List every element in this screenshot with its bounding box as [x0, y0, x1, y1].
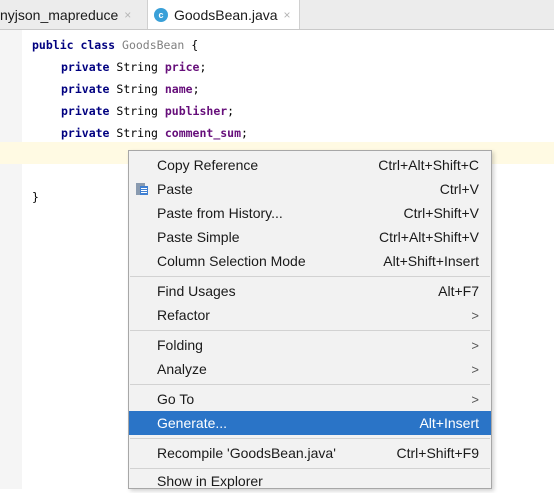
menu-separator	[130, 384, 490, 385]
keyword: private	[61, 126, 117, 140]
menu-item-show-in-explorer[interactable]: Show in Explorer	[129, 469, 491, 493]
code-line-field: private String comment_sum;	[61, 122, 248, 144]
menu-item-shortcut: Ctrl+Alt+Shift+C	[378, 157, 479, 173]
type-name: String	[116, 126, 165, 140]
field-name: comment_sum	[164, 126, 242, 140]
menu-item-label: Show in Explorer	[157, 473, 263, 489]
menu-separator	[130, 438, 490, 439]
semicolon: ;	[227, 104, 235, 118]
type-name: String	[116, 82, 165, 96]
submenu-arrow-icon: >	[471, 337, 479, 353]
menu-item-copy-reference[interactable]: Copy Reference Ctrl+Alt+Shift+C	[129, 153, 491, 177]
menu-item-label: Refactor	[157, 307, 210, 323]
close-icon[interactable]: ×	[124, 8, 131, 22]
menu-item-shortcut: Alt+Shift+Insert	[383, 253, 479, 269]
code-line-field: private String price;	[61, 56, 206, 78]
tab-label: nyjson_mapreduce	[0, 6, 119, 23]
code-line-field: private String publisher;	[61, 100, 234, 122]
paste-clipboard-icon	[136, 183, 148, 195]
menu-item-paste-from-history[interactable]: Paste from History... Ctrl+Shift+V	[129, 201, 491, 225]
open-brace: {	[184, 38, 199, 52]
menu-item-shortcut: Ctrl+Alt+Shift+V	[379, 229, 479, 245]
menu-item-label: Copy Reference	[157, 157, 259, 173]
menu-item-label: Go To	[157, 391, 195, 407]
field-name: price	[164, 60, 200, 74]
menu-item-shortcut: Ctrl+Shift+F9	[396, 445, 479, 461]
menu-separator	[130, 276, 490, 277]
tab-goodsbean-java[interactable]: c GoodsBean.java ×	[148, 0, 300, 29]
class-c-icon: c	[154, 7, 168, 22]
tab-nyjson-mapreduce[interactable]: nyjson_mapreduce ×	[0, 0, 148, 29]
menu-item-label: Paste	[157, 181, 193, 197]
keyword: private	[61, 104, 117, 118]
code-line-class-decl: public class GoodsBean {	[32, 34, 198, 56]
menu-item-generate[interactable]: Generate... Alt+Insert	[129, 411, 491, 435]
menu-item-label: Find Usages	[157, 283, 236, 299]
submenu-arrow-icon: >	[471, 307, 479, 323]
menu-item-analyze[interactable]: Analyze >	[129, 357, 491, 381]
tab-label: GoodsBean.java	[174, 6, 278, 23]
menu-item-shortcut: Alt+Insert	[419, 415, 479, 431]
submenu-arrow-icon: >	[471, 361, 479, 377]
menu-item-label: Analyze	[157, 361, 207, 377]
close-icon[interactable]: ×	[284, 8, 291, 22]
menu-item-label: Paste Simple	[157, 229, 240, 245]
menu-item-recompile[interactable]: Recompile 'GoodsBean.java' Ctrl+Shift+F9	[129, 441, 491, 465]
menu-item-label: Column Selection Mode	[157, 253, 306, 269]
menu-item-label: Folding	[157, 337, 203, 353]
menu-item-paste[interactable]: Paste Ctrl+V	[129, 177, 491, 201]
menu-item-label: Recompile 'GoodsBean.java'	[157, 445, 336, 461]
type-name: String	[116, 104, 165, 118]
menu-item-folding[interactable]: Folding >	[129, 333, 491, 357]
semicolon: ;	[199, 60, 207, 74]
keyword: public class	[32, 38, 123, 52]
semicolon: ;	[241, 126, 248, 140]
class-name: GoodsBean	[122, 38, 185, 52]
menu-item-refactor[interactable]: Refactor >	[129, 303, 491, 327]
menu-item-label: Generate...	[157, 415, 228, 431]
menu-item-column-selection-mode[interactable]: Column Selection Mode Alt+Shift+Insert	[129, 249, 491, 273]
field-name: publisher	[164, 104, 228, 118]
editor-gutter	[0, 30, 22, 489]
keyword: private	[61, 60, 117, 74]
editor-tab-bar: nyjson_mapreduce × c GoodsBean.java ×	[0, 0, 554, 30]
semicolon: ;	[192, 82, 200, 96]
type-name: String	[116, 60, 165, 74]
menu-item-shortcut: Ctrl+Shift+V	[403, 205, 479, 221]
close-brace: }	[32, 190, 39, 204]
keyword: private	[61, 82, 117, 96]
submenu-arrow-icon: >	[471, 391, 479, 407]
menu-item-find-usages[interactable]: Find Usages Alt+F7	[129, 279, 491, 303]
field-name: name	[164, 82, 193, 96]
menu-item-paste-simple[interactable]: Paste Simple Ctrl+Alt+Shift+V	[129, 225, 491, 249]
editor-context-menu: Copy Reference Ctrl+Alt+Shift+C Paste Ct…	[128, 150, 492, 489]
menu-separator	[130, 330, 490, 331]
menu-item-label: Paste from History...	[157, 205, 283, 221]
menu-item-shortcut: Ctrl+V	[439, 181, 479, 197]
code-line-field: private String name;	[61, 78, 200, 100]
menu-item-shortcut: Alt+F7	[438, 283, 479, 299]
menu-item-go-to[interactable]: Go To >	[129, 387, 491, 411]
